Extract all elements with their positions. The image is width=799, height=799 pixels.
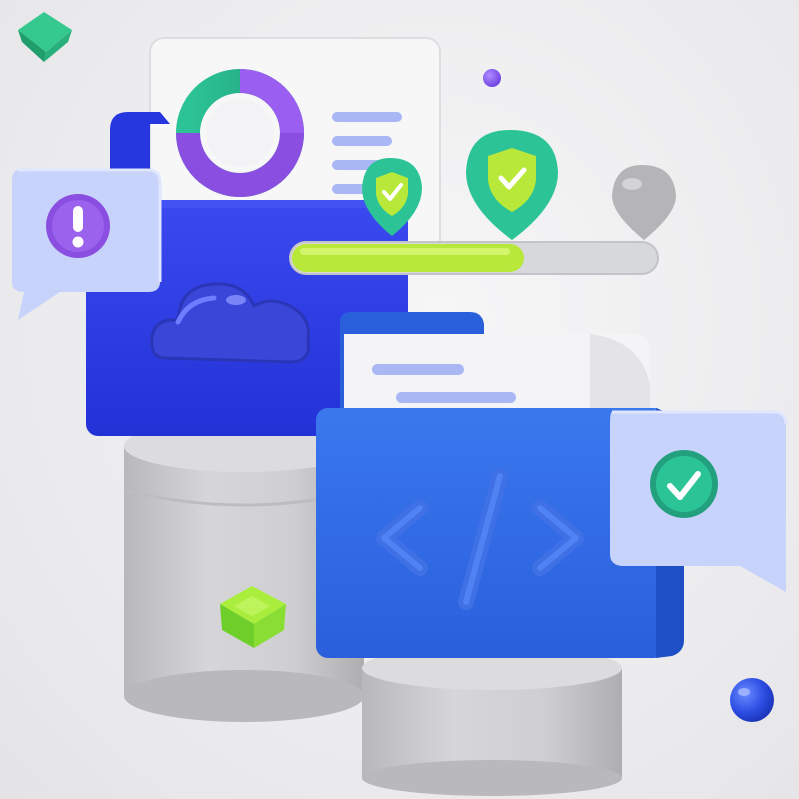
floating-cube-green — [18, 12, 72, 62]
check-bubble — [610, 410, 788, 592]
alert-exclamation-icon — [46, 194, 110, 258]
pedestal-right — [362, 646, 622, 796]
check-icon — [650, 450, 718, 518]
shield-check-icon-large — [466, 130, 558, 240]
illustration — [12, 12, 788, 796]
illustration-scene — [0, 0, 799, 799]
progress-bar — [289, 241, 659, 275]
map-pin-icon — [612, 165, 676, 240]
floating-sphere-blue — [730, 678, 774, 722]
floating-dot-purple — [483, 69, 501, 87]
